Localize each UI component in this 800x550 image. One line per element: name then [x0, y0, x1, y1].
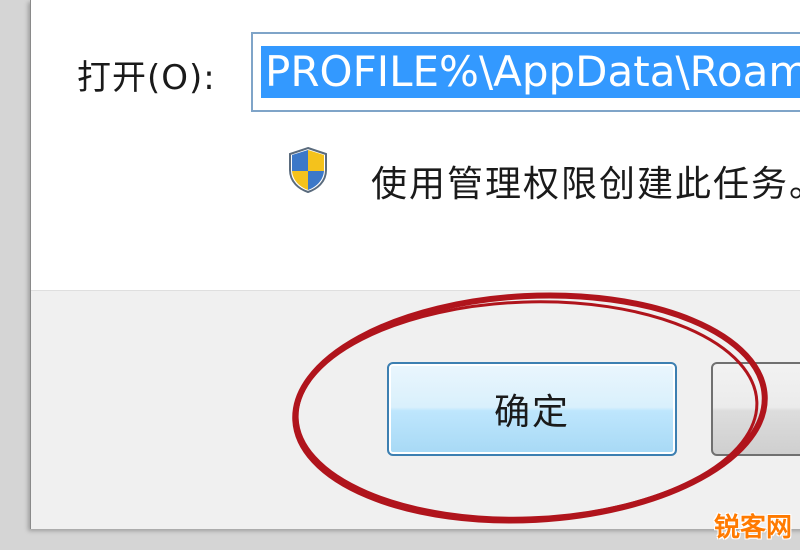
dialog-content: 打开(O): PROFILE%\AppData\Roamin 使用管理权限创建此… [31, 0, 800, 290]
open-input-value[interactable]: PROFILE%\AppData\Roamin [261, 46, 800, 98]
open-label: 打开(O): [77, 58, 216, 98]
admin-privilege-note: 使用管理权限创建此任务。 [371, 164, 800, 205]
watermark-logo: 锐客网 [713, 513, 792, 543]
ok-button[interactable]: 确定 [387, 362, 677, 456]
adjacent-button-partial[interactable] [711, 362, 800, 456]
open-input[interactable]: PROFILE%\AppData\Roamin [251, 32, 800, 112]
uac-shield-icon [289, 146, 327, 194]
screen: 打开(O): PROFILE%\AppData\Roamin 使用管理权限创建此… [0, 0, 800, 550]
